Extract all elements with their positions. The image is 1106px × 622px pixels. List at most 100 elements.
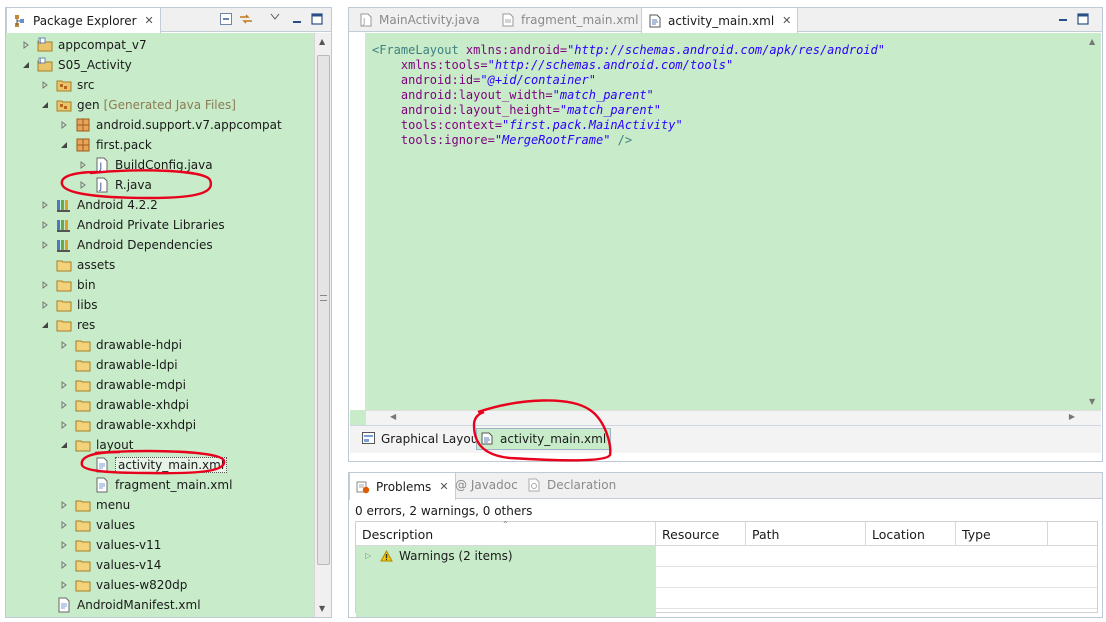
expand-arrow-icon[interactable] [78,180,88,190]
tab-problems[interactable]: Problems ✕ [349,473,456,500]
editor-horizontal-scrollbar[interactable]: ◀ ▶ [366,410,1101,425]
expand-arrow-icon[interactable] [40,240,50,250]
expand-arrow-icon[interactable] [59,380,69,390]
tree-item-label: android.support.v7.appcompat [96,118,282,132]
column-path[interactable]: Path [746,522,866,546]
tree-item-gen[interactable]: gen [Generated Java Files] [40,95,236,115]
maximize-icon[interactable] [1077,13,1089,25]
tree-item-android-support-v7-appcompat[interactable]: android.support.v7.appcompat [59,115,282,135]
tab-fragment-main[interactable]: fragment_main.xml [495,8,644,32]
tree-item-androidmanifest-xml[interactable]: AndroidManifest.xml [40,595,201,615]
expand-arrow-icon[interactable] [59,540,69,550]
column-location[interactable]: Location [866,522,956,546]
tree-item-first-pack[interactable]: first.pack [59,135,152,155]
tree-item-appcompat-v7[interactable]: Jappcompat_v7 [21,35,147,55]
project-icon: J [37,37,53,53]
package-tree-scrollbar[interactable]: ▲ ▼ [314,33,331,617]
tab-javadoc[interactable]: @ Javadoc [449,473,524,497]
tree-item-r-java[interactable]: J R.java [78,175,152,195]
scroll-right-icon[interactable]: ▶ [1069,412,1075,421]
expand-arrow-icon[interactable] [59,580,69,590]
tree-item-drawable-ldpi[interactable]: drawable-ldpi [59,355,178,375]
tab-activity-main[interactable]: activity_main.xml ✕ [641,8,799,33]
tree-item-src[interactable]: src [40,75,95,95]
expand-arrow-icon[interactable] [59,120,69,130]
collapse-arrow-icon[interactable] [40,100,50,110]
collapse-arrow-icon[interactable] [21,60,31,70]
tree-item-drawable-mdpi[interactable]: drawable-mdpi [59,375,186,395]
close-icon[interactable]: ✕ [439,480,448,493]
minimize-icon[interactable] [1057,13,1069,25]
tab-graphical-layout[interactable]: Graphical Layout [358,428,487,450]
close-icon[interactable]: ✕ [145,14,154,27]
xml-code[interactable]: <FrameLayout xmlns:android="http://schem… [372,43,885,148]
table-row[interactable]: ▷ Warnings (2 items) [356,546,1097,567]
tree-item-values-v11[interactable]: values-v11 [59,535,161,555]
view-menu-icon[interactable] [269,11,281,23]
tree-item-values-v14[interactable]: values-v14 [59,555,161,575]
collapse-all-icon[interactable] [220,13,232,25]
tree-item-res[interactable]: res [40,315,95,335]
expand-arrow-icon[interactable]: ▷ [365,551,371,560]
tab-declaration[interactable]: Declaration [521,473,622,497]
collapse-arrow-icon[interactable] [40,320,50,330]
package-explorer-icon [13,14,27,28]
scroll-down-icon[interactable]: ▼ [319,604,325,613]
tree-item-layout[interactable]: layout [59,435,133,455]
tree-item-android-dependencies[interactable]: Android Dependencies [40,235,213,255]
tree-item-values[interactable]: values [59,515,135,535]
scroll-up-icon[interactable]: ▲ [1089,37,1095,46]
tree-item-fragment-main-xml[interactable]: fragment_main.xml [78,475,232,495]
expand-arrow-icon[interactable] [21,40,31,50]
scroll-up-icon[interactable]: ▲ [319,37,325,46]
tree-item-assets[interactable]: assets [40,255,115,275]
tree-item-label: src [77,78,95,92]
expand-arrow-icon[interactable] [59,520,69,530]
scroll-down-icon[interactable]: ▼ [1089,397,1095,406]
package-explorer-title: Package Explorer [33,13,137,28]
maximize-icon[interactable] [311,13,323,25]
tree-item-bin[interactable]: bin [40,275,96,295]
tree-item-android-4-2-2[interactable]: Android 4.2.2 [40,195,158,215]
collapse-arrow-icon[interactable] [59,140,69,150]
scrollbar-thumb[interactable] [317,55,330,565]
link-with-editor-icon[interactable] [239,13,252,25]
expand-arrow-icon[interactable] [40,300,50,310]
tree-item-libs[interactable]: libs [40,295,98,315]
close-icon[interactable]: ✕ [782,14,791,27]
tree-item-label: gen [77,98,100,112]
tab-main-activity[interactable]: J MainActivity.java [353,8,486,32]
tree-item-s05-activity[interactable]: J S05_Activity [21,55,132,75]
minimize-icon[interactable] [291,13,303,25]
expand-arrow-icon[interactable] [59,340,69,350]
xml-editor[interactable]: <FrameLayout xmlns:android="http://schem… [350,33,1101,425]
expand-arrow-icon[interactable] [40,280,50,290]
expand-arrow-icon[interactable] [59,400,69,410]
tree-item-menu[interactable]: menu [59,495,130,515]
tree-item-label: drawable-hdpi [96,338,182,352]
tree-item-buildconfig-java[interactable]: J BuildConfig.java [78,155,213,175]
tab-xml-source[interactable]: activity_main.xml [476,428,612,450]
editor-vertical-scrollbar[interactable]: ▲ ▼ [1085,33,1101,410]
tree-item-android-private-libraries[interactable]: Android Private Libraries [40,215,225,235]
tree-item-label: drawable-mdpi [96,378,186,392]
column-type[interactable]: Type [956,522,1048,546]
editor-gutter [350,33,366,410]
tree-item-drawable-hdpi[interactable]: drawable-hdpi [59,335,182,355]
scroll-left-icon[interactable]: ◀ [390,412,396,421]
tree-item-label: drawable-xxhdpi [96,418,197,432]
expand-arrow-icon[interactable] [78,160,88,170]
tab-package-explorer[interactable]: Package Explorer ✕ [6,8,161,33]
collapse-arrow-icon[interactable] [59,440,69,450]
expand-arrow-icon[interactable] [59,420,69,430]
column-resource[interactable]: Resource [656,522,746,546]
tree-item-drawable-xhdpi[interactable]: drawable-xhdpi [59,395,189,415]
expand-arrow-icon[interactable] [40,80,50,90]
tree-item-activity-main-xml[interactable]: activity_main.xml [78,455,228,475]
expand-arrow-icon[interactable] [59,500,69,510]
expand-arrow-icon[interactable] [59,560,69,570]
expand-arrow-icon[interactable] [40,220,50,230]
tree-item-drawable-xxhdpi[interactable]: drawable-xxhdpi [59,415,196,435]
expand-arrow-icon[interactable] [40,200,50,210]
tree-item-values-w820dp[interactable]: values-w820dp [59,575,187,595]
